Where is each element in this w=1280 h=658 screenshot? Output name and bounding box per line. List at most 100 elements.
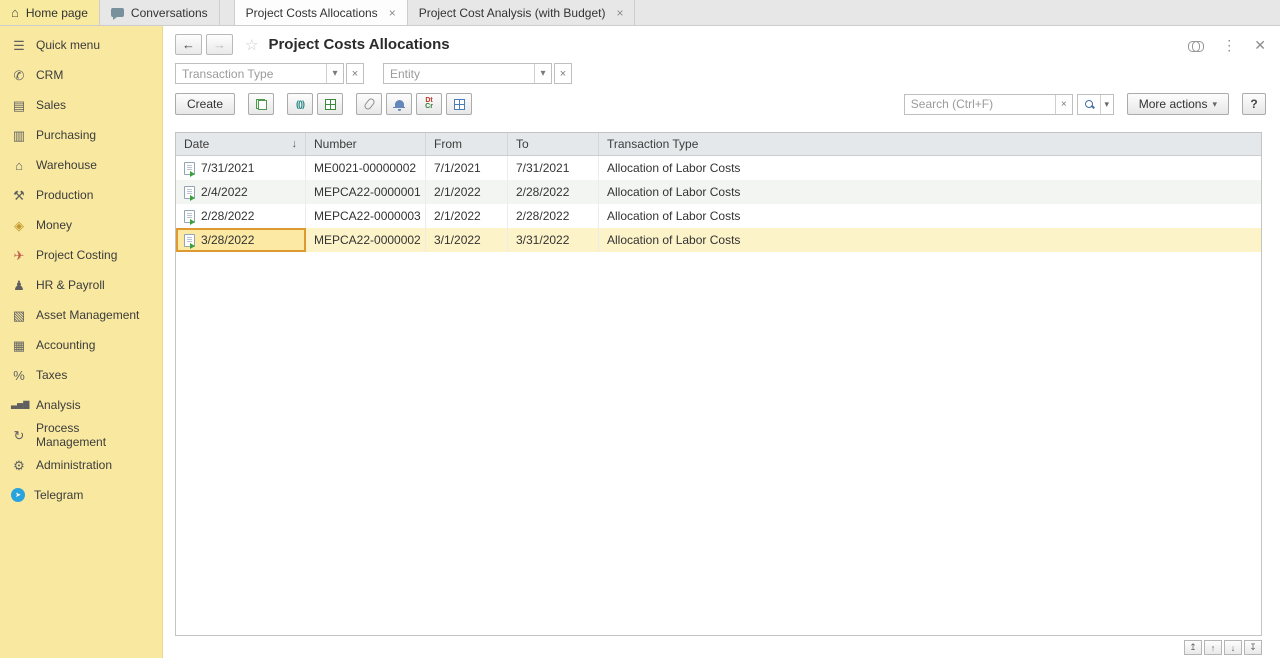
transaction-type-combo: ▾ [175, 63, 344, 84]
sidebar-item-sales[interactable]: ▤ Sales [0, 90, 162, 120]
sidebar-item-label: Accounting [36, 338, 96, 352]
broadcast-button[interactable]: (()) [287, 93, 314, 115]
cell-to: 7/31/2021 [508, 156, 599, 180]
cell-from: 2/1/2022 [426, 204, 508, 228]
tab-project-costs-allocations[interactable]: Project Costs Allocations × [233, 0, 408, 25]
posted-document-icon [184, 161, 195, 177]
documents-list: Date ↓ Number From To Transaction Type 7… [175, 132, 1262, 636]
column-header-transaction-type[interactable]: Transaction Type [599, 133, 1261, 155]
column-header-to[interactable]: To [508, 133, 599, 155]
sidebar-item-telegram[interactable]: ➤ Telegram [0, 480, 162, 510]
help-button[interactable]: ? [1242, 93, 1266, 115]
cell-date-active[interactable]: 3/28/2022 [176, 228, 306, 252]
cell-date[interactable]: 7/31/2021 [176, 156, 306, 180]
go-first-icon: ↥ [1189, 642, 1197, 652]
copy-button[interactable] [248, 93, 275, 115]
transaction-type-dropdown-button[interactable]: ▾ [326, 64, 343, 83]
sidebar-item-label: Telegram [34, 488, 84, 502]
search-options-button[interactable]: ▾ [1099, 94, 1113, 114]
table-row[interactable]: 2/4/2022 MEPCA22-0000001 2/1/2022 2/28/2… [176, 180, 1261, 204]
transaction-type-clear-button[interactable]: × [346, 63, 364, 84]
search-clear-button[interactable]: × [1054, 94, 1072, 114]
dt-cr-button[interactable]: Dt Cr [416, 93, 443, 115]
create-button[interactable]: Create [175, 93, 236, 115]
sidebar-item-analysis[interactable]: ▃▅▇ Analysis [0, 390, 162, 420]
column-header-date[interactable]: Date ↓ [176, 133, 306, 155]
sidebar-item-hr-payroll[interactable]: ♟ HR & Payroll [0, 270, 162, 300]
back-icon: ← [182, 37, 195, 52]
application-window: ⌂ Home page Conversations Project Costs … [0, 0, 1280, 658]
attach-file-button[interactable] [356, 93, 383, 115]
search-combo: × [903, 93, 1073, 115]
entity-filter-input[interactable] [384, 64, 534, 83]
crm-icon: ✆ [13, 67, 25, 83]
sidebar-item-warehouse[interactable]: ⌂ Warehouse [0, 150, 162, 180]
scroll-up-button[interactable]: ↑ [1204, 640, 1222, 655]
get-link-button[interactable] [1188, 38, 1205, 52]
search-input[interactable] [904, 94, 1055, 114]
chevron-down-icon: ▾ [1104, 98, 1110, 109]
sidebar-item-asset-management[interactable]: ▧ Asset Management [0, 300, 162, 330]
entity-clear-button[interactable]: × [554, 63, 572, 84]
cell-date[interactable]: 2/4/2022 [176, 180, 306, 204]
sidebar-item-accounting[interactable]: ▦ Accounting [0, 330, 162, 360]
filter-bar: ▾ × ▾ × [163, 61, 1280, 91]
toolbar-right-group: × ▾ More actions ▾ ? [903, 93, 1266, 115]
go-last-button[interactable]: ↧ [1244, 640, 1262, 655]
export-spreadsheet-button[interactable] [317, 93, 344, 115]
go-first-button[interactable]: ↥ [1184, 640, 1202, 655]
column-label: To [516, 137, 529, 151]
sidebar-item-project-costing[interactable]: ✈ Project Costing [0, 240, 162, 270]
scroll-down-button[interactable]: ↓ [1224, 640, 1242, 655]
sidebar-item-label: Taxes [36, 368, 68, 382]
close-form-button[interactable]: ✕ [1254, 38, 1266, 52]
page-header: ← → ☆ Project Costs Allocations ⋮ ✕ [163, 26, 1280, 61]
search-button[interactable] [1077, 94, 1100, 114]
entity-dropdown-button[interactable]: ▾ [534, 64, 551, 83]
column-label: Number [314, 137, 357, 151]
more-menu-button[interactable]: ⋮ [1222, 38, 1236, 52]
sidebar-item-purchasing[interactable]: ▥ Purchasing [0, 120, 162, 150]
page-title: Project Costs Allocations [268, 36, 450, 53]
favorite-star-icon[interactable]: ☆ [245, 36, 258, 54]
tab-conversations[interactable]: Conversations [100, 0, 220, 25]
sidebar-item-money[interactable]: ◈ Money [0, 210, 162, 240]
sidebar-item-administration[interactable]: ⚙ Administration [0, 450, 162, 480]
table-row[interactable]: 2/28/2022 MEPCA22-0000003 2/1/2022 2/28/… [176, 204, 1261, 228]
cell-number: MEPCA22-0000003 [306, 204, 426, 228]
process-management-icon: ↻ [13, 427, 25, 443]
chevron-down-icon: ▾ [540, 68, 546, 79]
back-button[interactable]: ← [175, 34, 202, 55]
tab-home-page[interactable]: ⌂ Home page [0, 0, 100, 25]
column-header-number[interactable]: Number [306, 133, 426, 155]
posted-document-icon [184, 233, 195, 249]
transaction-type-filter-input[interactable] [176, 64, 326, 83]
date-value: 3/28/2022 [201, 233, 255, 247]
table-row-selected[interactable]: 3/28/2022 MEPCA22-0000002 3/1/2022 3/31/… [176, 228, 1261, 252]
related-documents-button[interactable] [446, 93, 473, 115]
more-actions-button[interactable]: More actions ▾ [1126, 93, 1229, 115]
tab-close-icon[interactable]: × [389, 6, 396, 20]
sidebar-item-process-management[interactable]: ↻ Process Management [0, 420, 162, 450]
reminder-button[interactable] [386, 93, 413, 115]
sidebar-item-crm[interactable]: ✆ CRM [0, 60, 162, 90]
tab-project-cost-analysis[interactable]: Project Cost Analysis (with Budget) × [408, 0, 636, 25]
forward-button[interactable]: → [206, 34, 233, 55]
cell-number: ME0021-00000002 [306, 156, 426, 180]
home-icon: ⌂ [11, 5, 19, 20]
cell-from: 3/1/2022 [426, 228, 508, 252]
menu-icon: ☰ [13, 37, 25, 53]
tab-close-icon[interactable]: × [616, 6, 623, 20]
column-header-from[interactable]: From [426, 133, 508, 155]
chevron-down-icon: ▾ [1212, 98, 1217, 109]
clear-icon: × [1060, 98, 1067, 110]
table-row[interactable]: 7/31/2021 ME0021-00000002 7/1/2021 7/31/… [176, 156, 1261, 180]
sidebar-item-production[interactable]: ⚒ Production [0, 180, 162, 210]
sidebar-item-taxes[interactable]: % Taxes [0, 360, 162, 390]
cell-date[interactable]: 2/28/2022 [176, 204, 306, 228]
tab-label: Home page [25, 5, 88, 20]
list-pager: ↥ ↑ ↓ ↧ [1184, 640, 1262, 655]
sidebar-item-quick-menu[interactable]: ☰ Quick menu [0, 30, 162, 60]
sidebar-item-label: Sales [36, 98, 67, 112]
table-header: Date ↓ Number From To Transaction Type [176, 133, 1261, 156]
